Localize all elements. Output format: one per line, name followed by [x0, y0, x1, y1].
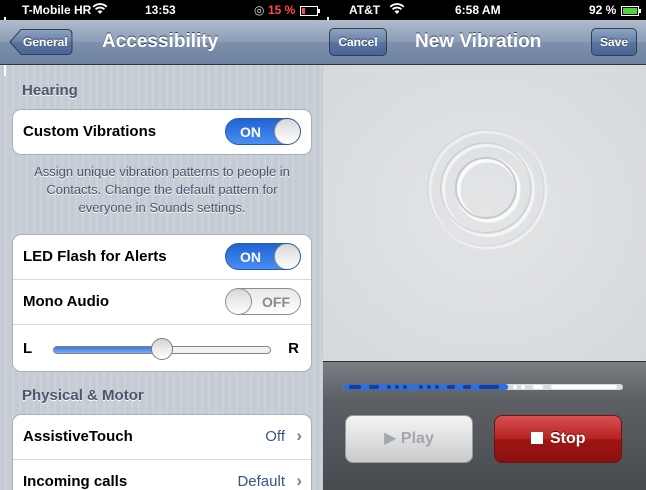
assistive-touch-row[interactable]: AssistiveTouch Off ›	[13, 415, 311, 460]
balance-right-label: R	[288, 340, 299, 357]
play-button-label: Play	[400, 430, 434, 447]
hearing-options-group: LED Flash for Alerts ON Mono Audio OFF L…	[12, 234, 312, 372]
page-title: Accessibility	[102, 31, 219, 52]
clock: 13:53	[145, 3, 176, 17]
back-button[interactable]: General	[9, 28, 73, 56]
physical-motor-group: AssistiveTouch Off › Incoming calls Defa…	[12, 414, 312, 490]
battery-percent: 15 %	[268, 3, 296, 17]
incoming-calls-row[interactable]: Incoming calls Default ›	[13, 460, 311, 490]
mono-audio-label: Mono Audio	[23, 293, 110, 310]
chevron-right-icon: ›	[296, 471, 302, 490]
custom-vibrations-footer: Assign unique vibration patterns to peop…	[34, 164, 290, 215]
mono-audio-row: Mono Audio OFF	[13, 280, 311, 325]
balance-slider-knob[interactable]	[151, 338, 173, 360]
back-button-label: General	[23, 35, 68, 49]
carrier-name: T-Mobile HR	[22, 3, 92, 17]
carrier-name: AT&T	[349, 3, 381, 17]
stop-icon	[530, 432, 543, 444]
wifi-icon	[389, 3, 405, 18]
balance-row: L R	[13, 325, 311, 371]
assistive-touch-value: Off	[265, 428, 285, 445]
battery-icon	[300, 5, 320, 19]
battery-icon	[621, 5, 641, 19]
custom-vibrations-switch[interactable]: ON	[225, 118, 301, 145]
cancel-button[interactable]: Cancel	[329, 28, 387, 56]
status-bar: T-Mobile HR 13:53 ◎ 15 %	[0, 0, 323, 76]
incoming-calls-value: Default	[237, 473, 285, 490]
new-vibration-screen: AT&T 6:58 AM 92 % Cancel New Vibration S…	[323, 0, 646, 490]
navigation-bar: Cancel New Vibration Save	[323, 20, 646, 65]
stop-button-label: Stop	[549, 430, 586, 447]
led-flash-switch[interactable]: ON	[225, 243, 301, 270]
wifi-icon	[92, 3, 108, 18]
section-header-hearing: Hearing	[22, 82, 78, 99]
playback-toolbar: ▶ Play Stop	[323, 361, 646, 490]
section-header-physical-motor: Physical & Motor	[22, 387, 144, 404]
led-flash-label: LED Flash for Alerts	[23, 248, 167, 265]
play-icon: ▶	[384, 430, 397, 447]
custom-vibrations-label: Custom Vibrations	[23, 123, 157, 140]
custom-vibrations-group: Custom Vibrations ON	[12, 109, 312, 155]
mono-audio-switch[interactable]: OFF	[225, 288, 301, 315]
switch-knob	[274, 119, 300, 144]
balance-slider-fill	[54, 347, 162, 353]
led-flash-row: LED Flash for Alerts ON	[13, 235, 311, 280]
lock-rotation-icon: ◎	[254, 3, 265, 17]
switch-state-text: ON	[240, 124, 261, 140]
status-bar: AT&T 6:58 AM 92 %	[323, 0, 646, 76]
play-button[interactable]: ▶ Play	[345, 415, 473, 463]
vibration-ripple-icon	[427, 129, 548, 250]
custom-vibrations-row: Custom Vibrations ON	[13, 110, 311, 154]
vibration-pattern-timeline[interactable]	[343, 382, 623, 392]
battery-percent: 92 %	[589, 3, 617, 17]
switch-state-text: ON	[240, 249, 261, 265]
stop-button[interactable]: Stop	[494, 415, 622, 463]
clock: 6:58 AM	[455, 3, 501, 17]
chevron-right-icon: ›	[296, 426, 302, 445]
switch-knob	[274, 244, 300, 269]
accessibility-screen: T-Mobile HR 13:53 ◎ 15 % General Accessi…	[0, 0, 323, 490]
save-button[interactable]: Save	[591, 28, 637, 56]
balance-left-label: L	[23, 340, 33, 357]
page-title: New Vibration	[415, 31, 542, 52]
incoming-calls-label: Incoming calls	[23, 473, 128, 490]
switch-state-text: OFF	[262, 294, 290, 310]
switch-knob	[226, 289, 252, 314]
vibration-tap-area[interactable]	[323, 65, 646, 360]
assistive-touch-label: AssistiveTouch	[23, 428, 133, 445]
navigation-bar: General Accessibility	[0, 20, 323, 65]
